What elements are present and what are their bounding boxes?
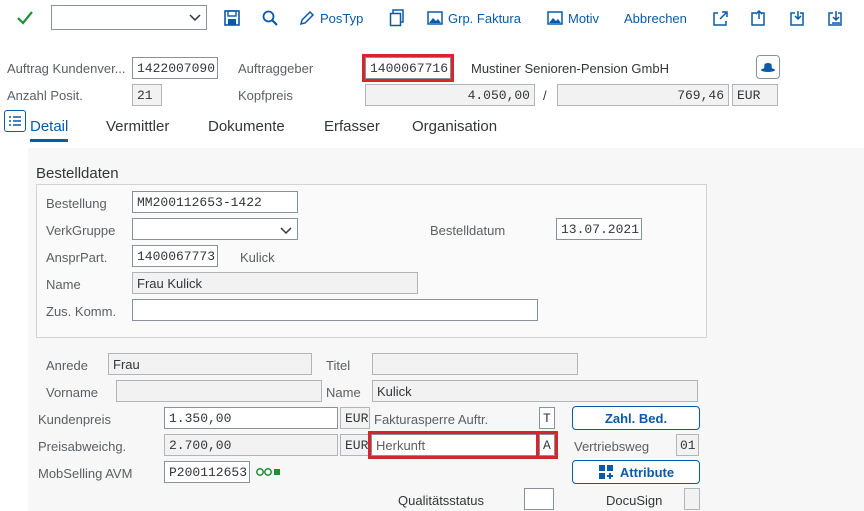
previous-page-icon[interactable]	[749, 6, 767, 30]
kopfpreis-field: 4.050,00	[365, 84, 535, 106]
tab-vermittler[interactable]: Vermittler	[106, 118, 169, 135]
chevron-down-icon	[280, 227, 292, 235]
tab-dokumente[interactable]: Dokumente	[208, 118, 285, 135]
zahl-bed-button[interactable]: Zahl. Bed.	[572, 406, 700, 430]
first-page-icon[interactable]	[711, 6, 729, 30]
kopfpreis-separator: /	[543, 88, 547, 103]
tab-organisation[interactable]: Organisation	[412, 118, 497, 135]
docusign-label: DocuSign	[606, 493, 663, 508]
kopfpreis-label: Kopfpreis	[238, 88, 293, 103]
anzahl-label: Anzahl Posit.	[7, 88, 83, 103]
qualitaet-field[interactable]	[524, 488, 554, 510]
currency-field: EUR	[732, 84, 778, 106]
last-page-icon[interactable]	[826, 6, 844, 30]
anrede-label: Anrede	[46, 358, 88, 373]
next-page-icon[interactable]	[788, 6, 806, 30]
preisabw-field: 2.700,00	[164, 434, 338, 456]
zuskomm-label: Zus. Komm.	[46, 304, 117, 319]
titel-field	[372, 353, 578, 375]
herkunft-field[interactable]: A	[536, 431, 558, 459]
nachname-field: Kulick	[372, 380, 698, 402]
hat-icon	[761, 63, 775, 72]
auftrag-label: Auftrag Kundenver...	[7, 61, 126, 76]
motiv-button[interactable]: Motiv	[547, 6, 599, 30]
status-icon	[255, 466, 285, 478]
tab-strip: Detail Vermittler Dokumente Erfasser Org…	[0, 112, 864, 146]
kopfpreis-field-2: 769,46	[557, 84, 729, 106]
name-label: Name	[46, 277, 81, 292]
vorname-field	[116, 380, 322, 402]
toolbar: PosTyp Grp. Faktura Motiv Abbrechen	[0, 0, 864, 36]
auftraggeber-field[interactable]: 1400067716	[362, 54, 454, 82]
copy-icon[interactable]	[389, 6, 405, 30]
qualitaet-label: Qualitätsstatus	[398, 493, 484, 508]
zoom-icon[interactable]	[261, 6, 279, 30]
tab-detail[interactable]: Detail	[30, 118, 69, 142]
mobselling-field[interactable]: P200112653	[164, 461, 250, 483]
fakturasperre-label: Fakturasperre Auftr.	[374, 412, 489, 427]
kundenpreis-label: Kundenpreis	[38, 412, 111, 427]
image-icon	[427, 11, 443, 25]
herkunft-label: Herkunft	[368, 431, 541, 459]
vorname-label: Vorname	[46, 385, 99, 400]
preisabw-currency: EUR	[340, 434, 370, 456]
postyp-label: PosTyp	[320, 10, 364, 26]
auftrag-field[interactable]: 1422007090	[132, 57, 218, 79]
bestelldaten-title: Bestelldaten	[36, 165, 119, 182]
verkgruppe-select[interactable]	[132, 218, 298, 240]
kundenpreis-field[interactable]: 1.350,00	[164, 407, 338, 429]
zahl-bed-label: Zahl. Bed.	[604, 410, 668, 426]
abbrechen-button[interactable]: Abbrechen	[624, 6, 687, 30]
command-field[interactable]	[51, 5, 207, 30]
auftraggeber-label: Auftraggeber	[238, 61, 314, 76]
anzahl-field: 21	[132, 84, 162, 106]
docusign-field	[684, 488, 700, 510]
anspr-label: AnsprPart.	[46, 250, 108, 265]
grp-faktura-label: Grp. Faktura	[448, 10, 521, 26]
auftraggeber-name: Mustiner Senioren-Pension GmbH	[471, 61, 669, 76]
bestellung-field[interactable]: MM200112653-1422	[132, 191, 298, 213]
titel-label: Titel	[326, 358, 351, 373]
zuskomm-field[interactable]	[132, 299, 538, 321]
enter-check-icon[interactable]	[16, 6, 34, 30]
postyp-button[interactable]: PosTyp	[299, 6, 363, 30]
preisabw-label: Preisabweichg.	[38, 439, 127, 454]
edit-icon	[299, 10, 315, 26]
name-field: Frau Kulick	[132, 272, 418, 294]
anspr-field[interactable]: 1400067773	[132, 245, 218, 267]
save-icon[interactable]	[223, 6, 241, 30]
bestelldatum-field[interactable]: 13.07.2021	[556, 218, 642, 240]
nachname-label: Name	[326, 385, 361, 400]
kundenpreis-currency: EUR	[340, 407, 370, 429]
abbrechen-label: Abbrechen	[624, 10, 687, 26]
partner-hat-button[interactable]	[756, 55, 780, 79]
chevron-down-icon	[189, 14, 201, 22]
bestellung-label: Bestellung	[46, 196, 107, 211]
tab-erfasser[interactable]: Erfasser	[324, 118, 380, 135]
attribute-label: Attribute	[619, 464, 675, 480]
anrede-field: Frau	[108, 353, 312, 375]
attribute-grid-icon	[598, 465, 613, 479]
vertriebsweg-label: Vertriebsweg	[574, 439, 650, 454]
mobselling-label: MobSelling AVM	[38, 466, 133, 481]
anspr-name: Kulick	[240, 250, 275, 265]
attribute-button[interactable]: Attribute	[572, 460, 700, 484]
grp-faktura-button[interactable]: Grp. Faktura	[427, 6, 521, 30]
motiv-label: Motiv	[568, 10, 600, 26]
fakturasperre-field[interactable]: T	[539, 407, 555, 429]
verkgruppe-label: VerkGruppe	[46, 223, 116, 238]
vertriebsweg-field: 01	[676, 434, 699, 456]
bestelldatum-label: Bestelldatum	[430, 223, 506, 238]
image-icon	[547, 11, 563, 25]
